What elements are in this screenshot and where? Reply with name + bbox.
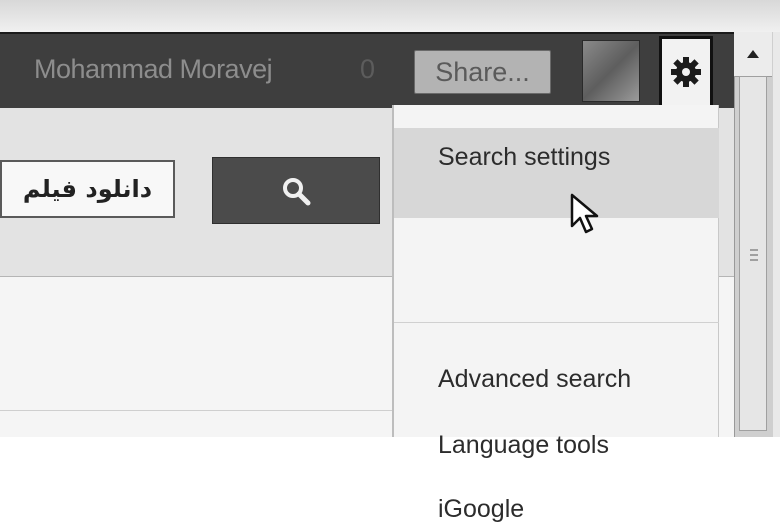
- notification-count[interactable]: 0: [360, 54, 375, 85]
- window-edge: [0, 0, 780, 32]
- menu-separator: [394, 322, 719, 323]
- grip-icon: [750, 249, 758, 261]
- magnifier-icon: [283, 177, 311, 205]
- scroll-up-button[interactable]: [734, 32, 772, 77]
- arrow-up-icon: [747, 50, 759, 58]
- mouse-pointer-icon: [570, 193, 599, 234]
- gear-icon: [671, 57, 701, 87]
- avatar[interactable]: [582, 40, 640, 102]
- menu-item-search-settings[interactable]: Search settings: [394, 128, 719, 218]
- content-divider: [0, 410, 392, 411]
- menu-item-igoogle[interactable]: iGoogle: [394, 487, 719, 531]
- account-name[interactable]: Mohammad Moravej: [34, 54, 273, 85]
- search-button[interactable]: [212, 157, 380, 224]
- share-button[interactable]: Share...: [414, 50, 551, 94]
- settings-gear-button[interactable]: [659, 36, 713, 108]
- settings-dropdown-menu: Search settings Advanced search Language…: [392, 105, 719, 523]
- menu-item-advanced-search[interactable]: Advanced search: [394, 357, 719, 401]
- menu-item-language-tools[interactable]: Language tools: [394, 423, 719, 467]
- search-input[interactable]: دانلود فیلم: [0, 160, 175, 218]
